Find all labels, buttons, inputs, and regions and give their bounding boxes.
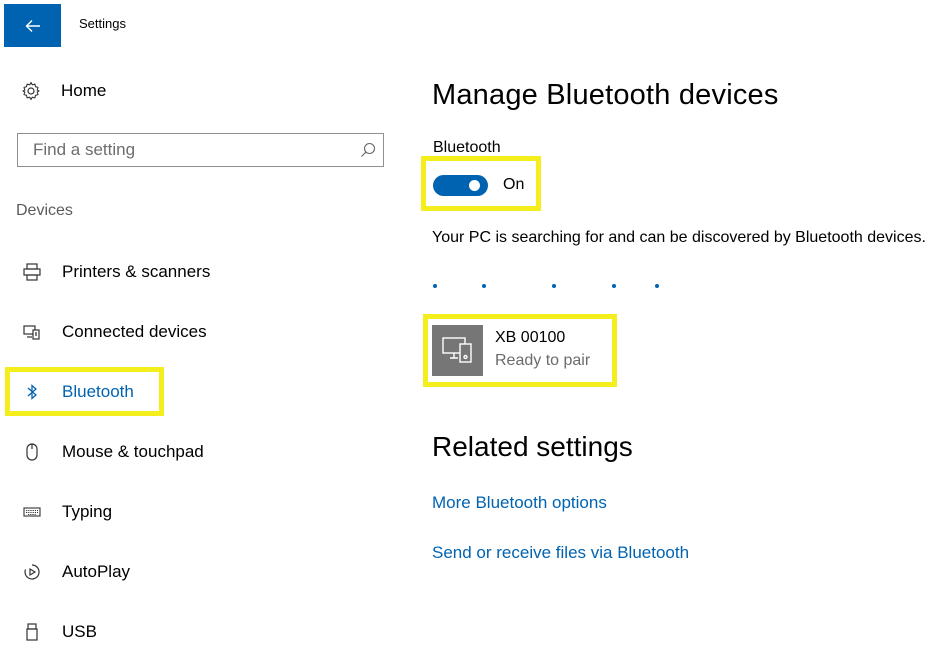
sidebar-item-label: Typing xyxy=(62,502,113,521)
sidebar-item-usb[interactable]: USB xyxy=(0,612,300,652)
related-settings-heading: Related settings xyxy=(432,431,633,462)
sidebar-item-autoplay[interactable]: AutoPlay xyxy=(0,552,300,592)
progress-dot xyxy=(655,284,659,288)
category-heading: Devices xyxy=(16,202,73,219)
progress-dot xyxy=(433,284,437,288)
progress-dot xyxy=(552,284,556,288)
back-button[interactable] xyxy=(4,4,61,47)
send-receive-files-link[interactable]: Send or receive files via Bluetooth xyxy=(432,543,689,563)
gear-icon xyxy=(20,80,42,102)
search-icon[interactable] xyxy=(353,142,383,158)
mouse-icon xyxy=(20,440,44,464)
device-name: XB 00100 xyxy=(495,329,566,346)
discovery-status: Your PC is searching for and can be disc… xyxy=(432,229,926,246)
more-bluetooth-options-link[interactable]: More Bluetooth options xyxy=(432,493,607,513)
bluetooth-icon xyxy=(20,380,44,404)
sidebar-item-label: Mouse & touchpad xyxy=(62,442,204,461)
progress-dot xyxy=(612,284,616,288)
printer-icon xyxy=(20,260,44,284)
app-title: Settings xyxy=(79,16,126,31)
device-icon xyxy=(432,324,483,376)
sidebar-item-label: Connected devices xyxy=(62,322,207,341)
search-input[interactable] xyxy=(18,134,353,166)
home-link[interactable]: Home xyxy=(20,80,106,102)
device-item[interactable]: XB 00100 Ready to pair xyxy=(432,321,610,379)
sidebar-item-mouse[interactable]: Mouse & touchpad xyxy=(0,432,300,472)
progress-dot xyxy=(482,284,486,288)
toggle-knob xyxy=(469,180,480,191)
autoplay-icon xyxy=(20,560,44,584)
home-label: Home xyxy=(61,81,107,100)
search-box[interactable] xyxy=(17,133,384,167)
page-title: Manage Bluetooth devices xyxy=(432,79,779,111)
sidebar-item-connected-devices[interactable]: Connected devices xyxy=(0,312,300,352)
usb-icon xyxy=(20,620,44,644)
title-bar: Settings xyxy=(0,0,931,50)
sidebar-item-label: AutoPlay xyxy=(62,562,131,581)
toggle-state-text: On xyxy=(503,176,525,193)
connected-devices-icon xyxy=(20,320,44,344)
sidebar-item-label: Bluetooth xyxy=(62,382,134,401)
sidebar-item-label: Printers & scanners xyxy=(62,262,211,281)
keyboard-icon xyxy=(20,500,44,524)
sidebar-item-printers[interactable]: Printers & scanners xyxy=(0,252,300,292)
sidebar-item-bluetooth[interactable]: Bluetooth xyxy=(0,372,300,412)
sidebar-item-label: USB xyxy=(62,622,97,641)
device-status: Ready to pair xyxy=(495,352,591,369)
bluetooth-label: Bluetooth xyxy=(433,139,501,156)
back-arrow-icon xyxy=(25,19,40,32)
sidebar-item-typing[interactable]: Typing xyxy=(0,492,300,532)
bluetooth-toggle[interactable] xyxy=(433,175,488,196)
